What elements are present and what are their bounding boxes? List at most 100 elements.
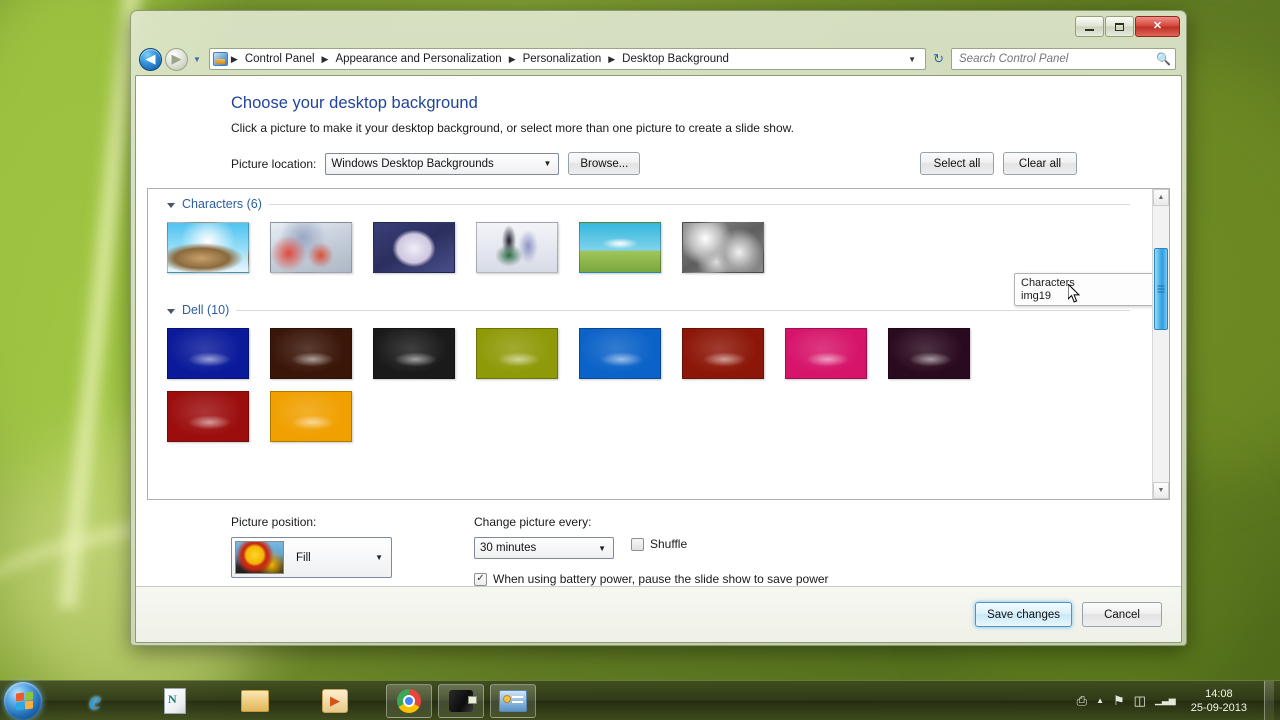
- control-panel-icon: [499, 690, 527, 712]
- maximize-button[interactable]: [1105, 16, 1134, 37]
- chrome-icon: [397, 689, 421, 713]
- taskbar-item-media-player[interactable]: ▶: [312, 684, 358, 718]
- page-subtitle: Click a picture to make it your desktop …: [231, 121, 1181, 135]
- action-center-flag-icon[interactable]: ⚑: [1113, 694, 1125, 707]
- battery-pause-checkbox[interactable]: ✓: [474, 573, 487, 586]
- media-player-icon: ▶: [322, 689, 348, 713]
- thumbnail-item[interactable]: [476, 328, 558, 379]
- breadcrumb-control-panel[interactable]: Control Panel: [241, 51, 319, 67]
- thumbnail-item[interactable]: [579, 222, 661, 273]
- thumbnail-item[interactable]: [888, 328, 970, 379]
- thumbnail-item[interactable]: [373, 222, 455, 273]
- clock[interactable]: 14:08 25-09-2013: [1185, 687, 1253, 715]
- clock-date: 25-09-2013: [1191, 701, 1247, 715]
- gallery-viewport[interactable]: Characters (6) Dell (10): [148, 189, 1152, 499]
- change-interval-value: 30 minutes: [480, 542, 536, 554]
- chevron-down-icon: ▼: [369, 553, 389, 562]
- shuffle-label: Shuffle: [650, 537, 687, 551]
- collapse-arrow-icon[interactable]: [167, 203, 175, 208]
- picture-gallery: Characters (6) Dell (10): [147, 188, 1170, 500]
- start-button[interactable]: [4, 682, 42, 720]
- control-panel-slider-icon: [512, 701, 523, 703]
- control-panel-icon: [213, 52, 228, 66]
- taskbar-item-notepad[interactable]: N: [152, 684, 198, 718]
- breadcrumb-desktop-background[interactable]: Desktop Background: [618, 51, 733, 67]
- thumbnail-item[interactable]: [270, 222, 352, 273]
- content-pane: Choose your desktop background Click a p…: [135, 75, 1182, 643]
- taskbar-item-google-chrome[interactable]: [386, 684, 432, 718]
- windows-logo-icon: [16, 692, 24, 701]
- clock-time: 14:08: [1191, 687, 1247, 701]
- thumbnail-item[interactable]: [579, 328, 661, 379]
- recent-pages-icon[interactable]: ▼: [191, 55, 203, 64]
- battery-icon[interactable]: ◫: [1134, 694, 1146, 707]
- taskbar: e N ▶ ⎙ ▲ ⚑ ◫ ▁▃▅ 14:08 25-09: [0, 680, 1280, 720]
- group-divider: [236, 310, 1130, 311]
- address-bar[interactable]: ▶ Control Panel ▶ Appearance and Persona…: [209, 48, 926, 70]
- search-icon: 🔍: [1156, 52, 1171, 66]
- breadcrumb-appearance[interactable]: Appearance and Personalization: [331, 51, 505, 67]
- thumbnail-item[interactable]: [270, 328, 352, 379]
- forward-button[interactable]: ▶: [165, 48, 188, 71]
- breadcrumb-separator: ▶: [607, 54, 616, 65]
- thumbnail-item[interactable]: [373, 328, 455, 379]
- thumbnail-row: [167, 391, 1152, 454]
- taskbar-item-tool-app[interactable]: [438, 684, 484, 718]
- cancel-button[interactable]: Cancel: [1082, 602, 1162, 627]
- thumbnail-item[interactable]: [167, 391, 249, 442]
- group-title-dell: Dell (10): [182, 303, 229, 317]
- minimize-button[interactable]: [1075, 16, 1104, 37]
- thumbnail-item[interactable]: [167, 328, 249, 379]
- breadcrumb-personalization[interactable]: Personalization: [519, 51, 606, 67]
- desktop-background-window: ✕ ◀ ▶ ▼ ▶ Control Panel ▶ Appearance and…: [130, 10, 1187, 646]
- scrollbar-thumb[interactable]: [1154, 248, 1168, 330]
- picture-position-select[interactable]: Fill ▼: [231, 537, 392, 578]
- bottom-controls: Picture position: Fill ▼ Change picture …: [136, 500, 1181, 586]
- back-button[interactable]: ◀: [139, 48, 162, 71]
- thumbnail-item[interactable]: [682, 222, 764, 273]
- system-tray: ⎙ ▲ ⚑ ◫ ▁▃▅ 14:08 25-09-2013: [1077, 681, 1280, 720]
- thumbnail-item[interactable]: [270, 391, 352, 442]
- change-interval-select[interactable]: 30 minutes ▼: [474, 537, 614, 559]
- document-icon: N: [164, 688, 186, 714]
- taskbar-item-control-panel[interactable]: [490, 684, 536, 718]
- network-signal-icon[interactable]: ▁▃▅: [1155, 696, 1176, 705]
- scroll-up-button[interactable]: ▲: [1153, 189, 1169, 206]
- picture-location-value: Windows Desktop Backgrounds: [331, 158, 493, 170]
- shuffle-row[interactable]: Shuffle: [631, 537, 687, 551]
- group-header-dell[interactable]: Dell (10): [167, 303, 1152, 317]
- collapse-arrow-icon[interactable]: [167, 309, 175, 314]
- picture-location-select[interactable]: Windows Desktop Backgrounds ▼: [325, 153, 559, 175]
- tooltip-group: Characters: [1021, 277, 1152, 290]
- thumbnail-item[interactable]: [785, 328, 867, 379]
- show-desktop-button[interactable]: [1264, 681, 1274, 720]
- shuffle-checkbox[interactable]: [631, 538, 644, 551]
- vertical-scrollbar[interactable]: ▲ ▼: [1152, 189, 1169, 499]
- scroll-down-button[interactable]: ▼: [1153, 482, 1169, 499]
- breadcrumb-separator: ▶: [321, 54, 330, 65]
- taskbar-item-windows-explorer[interactable]: [232, 684, 278, 718]
- scrollbar-track[interactable]: [1153, 206, 1169, 482]
- battery-row[interactable]: ✓ When using battery power, pause the sl…: [474, 572, 829, 586]
- search-input[interactable]: [959, 53, 1156, 65]
- browse-button[interactable]: Browse...: [568, 152, 640, 175]
- internet-explorer-icon: e: [89, 686, 101, 716]
- gallery-content: Characters (6) Dell (10): [167, 189, 1152, 454]
- chevron-down-icon[interactable]: ▼: [902, 55, 922, 64]
- printer-icon[interactable]: ⎙: [1077, 694, 1087, 707]
- taskbar-item-internet-explorer[interactable]: e: [72, 684, 118, 718]
- clear-all-button[interactable]: Clear all: [1003, 152, 1077, 175]
- group-header-characters[interactable]: Characters (6): [167, 197, 1152, 211]
- thumbnail-item[interactable]: [476, 222, 558, 273]
- close-button[interactable]: ✕: [1135, 16, 1180, 37]
- maximize-icon: [1115, 23, 1124, 31]
- window-controls: ✕: [1074, 16, 1180, 37]
- select-all-button[interactable]: Select all: [920, 152, 994, 175]
- thumbnail-item[interactable]: [167, 222, 249, 273]
- thumbnail-item[interactable]: [682, 328, 764, 379]
- chevron-down-icon: ▼: [593, 544, 611, 553]
- refresh-icon[interactable]: ↻: [929, 51, 948, 67]
- show-hidden-icons-icon[interactable]: ▲: [1096, 697, 1104, 705]
- search-box[interactable]: 🔍: [951, 48, 1176, 70]
- save-changes-button[interactable]: Save changes: [975, 602, 1072, 627]
